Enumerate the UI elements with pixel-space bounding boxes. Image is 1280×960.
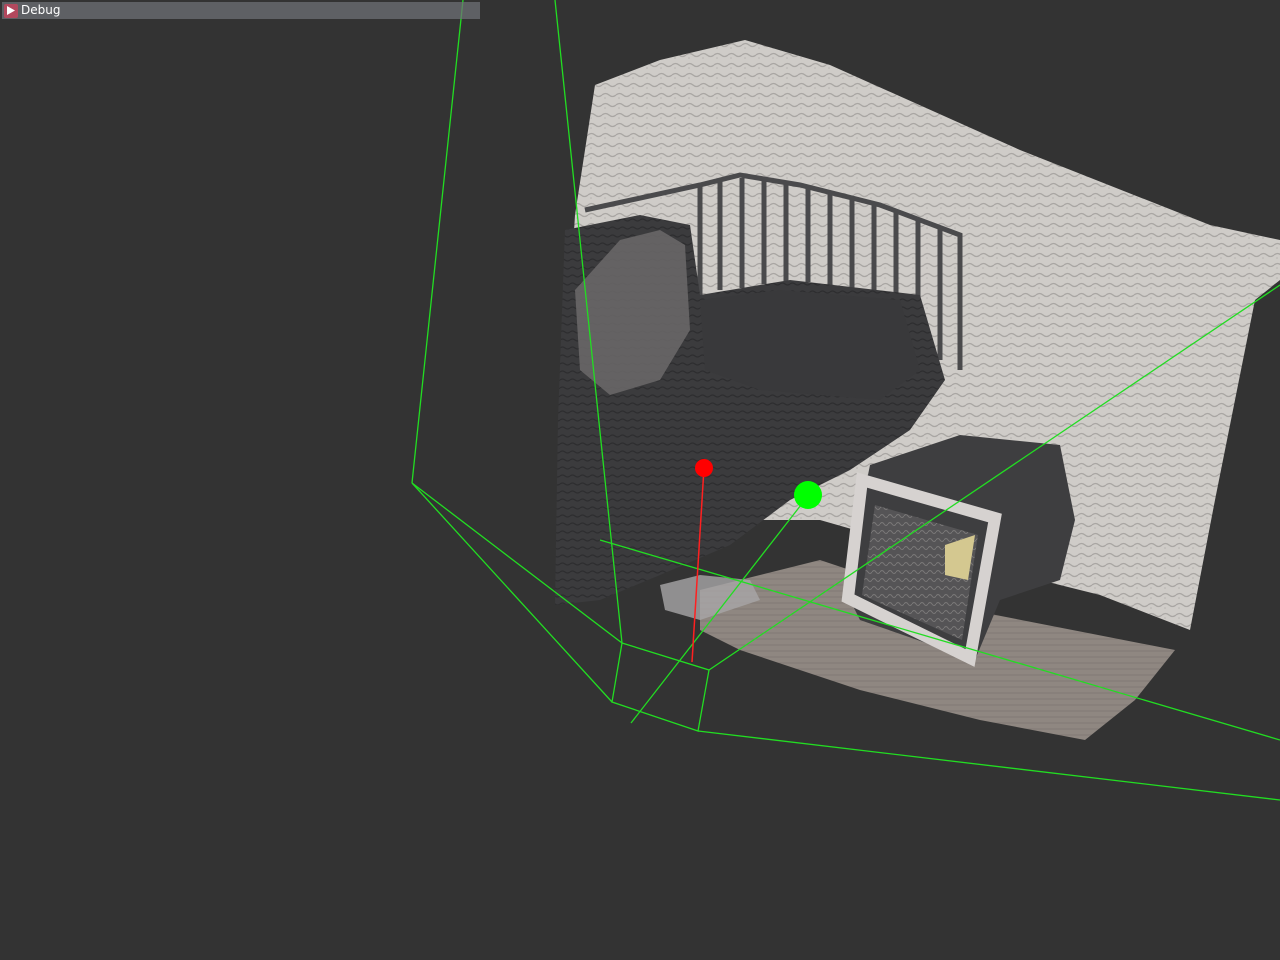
green-marker <box>794 481 822 509</box>
debug-window-titlebar[interactable]: Debug <box>2 2 480 19</box>
collapse-toggle-button[interactable] <box>4 3 18 18</box>
triangle-right-icon <box>7 6 15 15</box>
point-cloud <box>555 40 1280 740</box>
point-cloud-scene[interactable] <box>0 0 1280 960</box>
3d-viewport[interactable]: Debug <box>0 0 1280 960</box>
red-marker <box>695 459 713 477</box>
debug-window-title: Debug <box>21 3 61 17</box>
